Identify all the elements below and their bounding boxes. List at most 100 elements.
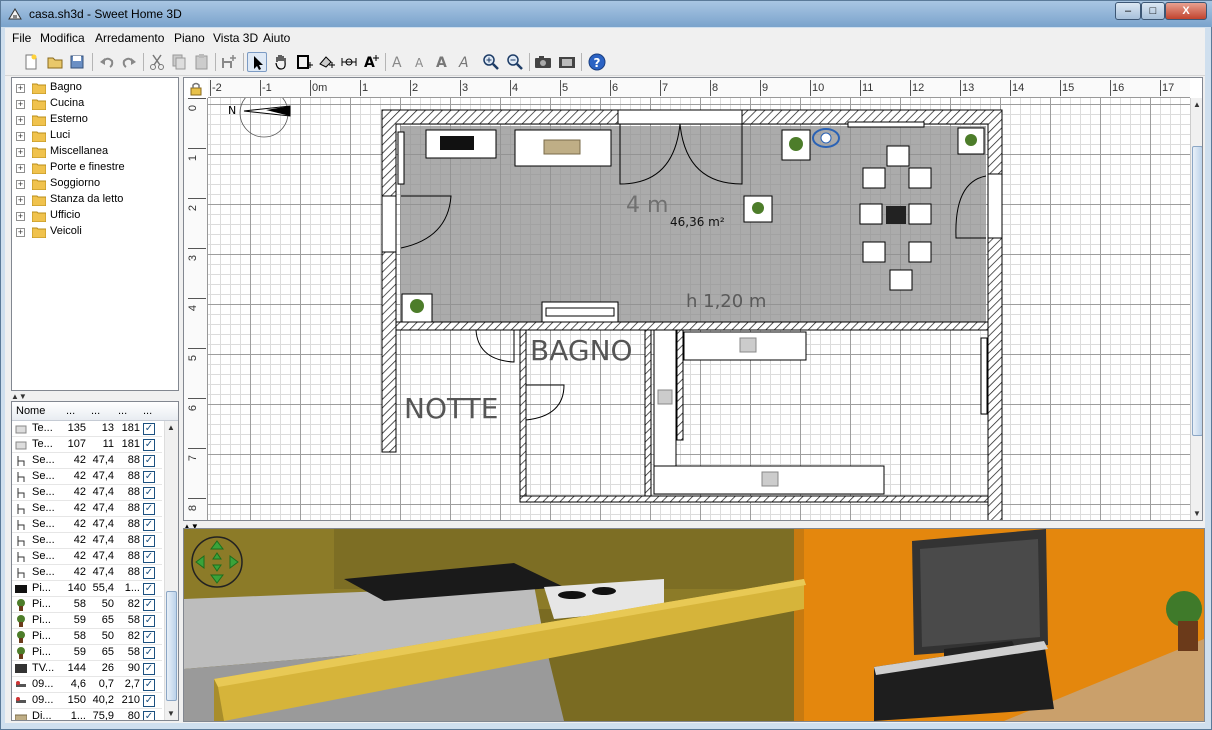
menu-arredamento[interactable]: Arredamento xyxy=(95,31,164,45)
tree-item-luci[interactable]: + Luci xyxy=(12,128,178,144)
compass[interactable] xyxy=(239,98,291,138)
copy-icon[interactable] xyxy=(169,52,189,72)
visible-checkbox[interactable]: ✓ xyxy=(143,567,155,579)
window[interactable] xyxy=(397,131,405,185)
open-icon[interactable] xyxy=(45,52,65,72)
bathroom-wall-left[interactable] xyxy=(519,329,527,501)
visible-checkbox[interactable]: ✓ xyxy=(143,695,155,707)
tree-item-cucina[interactable]: + Cucina xyxy=(12,96,178,112)
visible-checkbox[interactable]: ✓ xyxy=(143,583,155,595)
expand-icon[interactable]: + xyxy=(16,164,25,173)
visible-checkbox[interactable]: ✓ xyxy=(143,711,155,720)
table-row[interactable]: Pi... 58 50 82 ✓ xyxy=(12,629,162,645)
tree-item-stanza-da-letto[interactable]: + Stanza da letto xyxy=(12,192,178,208)
room-label-bagno[interactable]: BAGNO xyxy=(530,334,633,367)
tree-item-porte-e-finestre[interactable]: + Porte e finestre xyxy=(12,160,178,176)
title-bar[interactable]: casa.sh3d - Sweet Home 3D – □ X xyxy=(1,1,1212,27)
table-row[interactable]: Se... 42 47,4 88 ✓ xyxy=(12,549,162,565)
menu-modifica[interactable]: Modifica xyxy=(40,31,85,45)
table-row[interactable]: Pi... 59 65 58 ✓ xyxy=(12,613,162,629)
text-italic-icon[interactable]: A xyxy=(455,52,475,72)
paste-icon[interactable] xyxy=(191,52,211,72)
scroll-up-icon[interactable]: ▲ xyxy=(167,423,175,432)
table-row[interactable]: Pi... 59 65 58 ✓ xyxy=(12,645,162,661)
scroll-down-icon[interactable]: ▼ xyxy=(1193,509,1201,518)
minimize-button[interactable]: – xyxy=(1115,2,1141,20)
expand-icon[interactable]: + xyxy=(16,196,25,205)
select-icon[interactable] xyxy=(247,52,267,72)
table-row[interactable]: Se... 42 47,4 88 ✓ xyxy=(12,517,162,533)
visible-checkbox[interactable]: ✓ xyxy=(143,487,155,499)
visible-checkbox[interactable]: ✓ xyxy=(143,535,155,547)
text-bold-icon[interactable]: A xyxy=(433,52,453,72)
scroll-down-icon[interactable]: ▼ xyxy=(167,709,175,718)
text-style-1-icon[interactable]: A xyxy=(389,52,409,72)
table-row[interactable]: Se... 42 47,4 88 ✓ xyxy=(12,533,162,549)
table-row[interactable]: Se... 42 47,4 88 ✓ xyxy=(12,453,162,469)
table-row[interactable]: TV... 144 26 90 ✓ xyxy=(12,661,162,677)
visible-checkbox[interactable]: ✓ xyxy=(143,439,155,451)
help-icon[interactable]: ? xyxy=(587,52,607,72)
tree-item-soggiorno[interactable]: + Soggiorno xyxy=(12,176,178,192)
column-header-width[interactable]: ... xyxy=(66,405,75,417)
pan-icon[interactable] xyxy=(271,52,291,72)
photo-icon[interactable] xyxy=(533,52,553,72)
tree-item-veicoli[interactable]: + Veicoli xyxy=(12,224,178,240)
table-row[interactable]: Pi... 58 50 82 ✓ xyxy=(12,597,162,613)
video-icon[interactable] xyxy=(557,52,577,72)
menu-file[interactable]: File xyxy=(12,31,31,45)
create-dimensions-icon[interactable] xyxy=(339,52,359,72)
expand-icon[interactable]: + xyxy=(16,84,25,93)
visible-checkbox[interactable]: ✓ xyxy=(143,471,155,483)
scroll-up-icon[interactable]: ▲ xyxy=(1193,100,1201,109)
zoom-in-icon[interactable] xyxy=(481,52,501,72)
table-row[interactable]: 09... 4,6 0,7 2,7 ✓ xyxy=(12,677,162,693)
zoom-out-icon[interactable] xyxy=(505,52,525,72)
visible-checkbox[interactable]: ✓ xyxy=(143,663,155,675)
floor-plan-drawing[interactable]: N 4 m 46,36 m² h 1,20 m BAGNO NOTTE xyxy=(208,98,1190,520)
door[interactable] xyxy=(987,173,1003,239)
kitchen-wall[interactable] xyxy=(676,329,684,441)
scroll-thumb[interactable] xyxy=(1192,146,1202,436)
horizontal-splitter[interactable]: ▲▼ xyxy=(11,392,179,401)
visible-checkbox[interactable]: ✓ xyxy=(143,679,155,691)
visible-checkbox[interactable]: ✓ xyxy=(143,647,155,659)
close-button[interactable]: X xyxy=(1165,2,1207,20)
column-header-name[interactable]: Nome xyxy=(16,405,45,417)
room-label-notte[interactable]: NOTTE xyxy=(404,392,498,425)
undo-icon[interactable] xyxy=(97,52,117,72)
expand-icon[interactable]: + xyxy=(16,132,25,141)
column-header-visible[interactable]: ... xyxy=(143,405,152,417)
maximize-button[interactable]: □ xyxy=(1141,2,1165,20)
expand-icon[interactable]: + xyxy=(16,228,25,237)
tree-item-ufficio[interactable]: + Ufficio xyxy=(12,208,178,224)
furniture-table[interactable]: Nome ... ... ... ... Te... 135 13 181 ✓ Te...… xyxy=(11,401,179,721)
menu-aiuto[interactable]: Aiuto xyxy=(263,31,290,45)
dining-table[interactable] xyxy=(886,206,906,224)
visible-checkbox[interactable]: ✓ xyxy=(143,615,155,627)
navigation-arrows-icon[interactable] xyxy=(190,535,244,589)
tree-item-miscellanea[interactable]: + Miscellanea xyxy=(12,144,178,160)
visible-checkbox[interactable]: ✓ xyxy=(143,503,155,515)
text-style-2-icon[interactable]: A xyxy=(411,52,431,72)
expand-icon[interactable]: + xyxy=(16,116,25,125)
column-header-height[interactable]: ... xyxy=(118,405,127,417)
plan-grid[interactable]: N 4 m 46,36 m² h 1,20 m BAGNO NOTTE xyxy=(208,98,1190,520)
plan-scrollbar[interactable]: ▲ ▼ xyxy=(1190,98,1202,520)
table-scrollbar[interactable]: ▲ ▼ xyxy=(164,421,178,720)
table-row[interactable]: Pi... 140 55,4 1... ✓ xyxy=(12,581,162,597)
window[interactable] xyxy=(381,195,397,253)
visible-checkbox[interactable]: ✓ xyxy=(143,551,155,563)
column-header-depth[interactable]: ... xyxy=(91,405,100,417)
new-icon[interactable] xyxy=(21,52,41,72)
expand-icon[interactable]: + xyxy=(16,100,25,109)
table-row[interactable]: Te... 107 11 181 ✓ xyxy=(12,437,162,453)
create-walls-icon[interactable] xyxy=(295,52,315,72)
window[interactable] xyxy=(847,121,925,128)
tree-item-esterno[interactable]: + Esterno xyxy=(12,112,178,128)
menu-piano[interactable]: Piano xyxy=(174,31,205,45)
bathroom-wall-right[interactable] xyxy=(644,329,652,501)
table-row[interactable]: Te... 135 13 181 ✓ xyxy=(12,421,162,437)
middle-wall[interactable] xyxy=(395,321,989,331)
tree-item-bagno[interactable]: + Bagno xyxy=(12,80,178,96)
